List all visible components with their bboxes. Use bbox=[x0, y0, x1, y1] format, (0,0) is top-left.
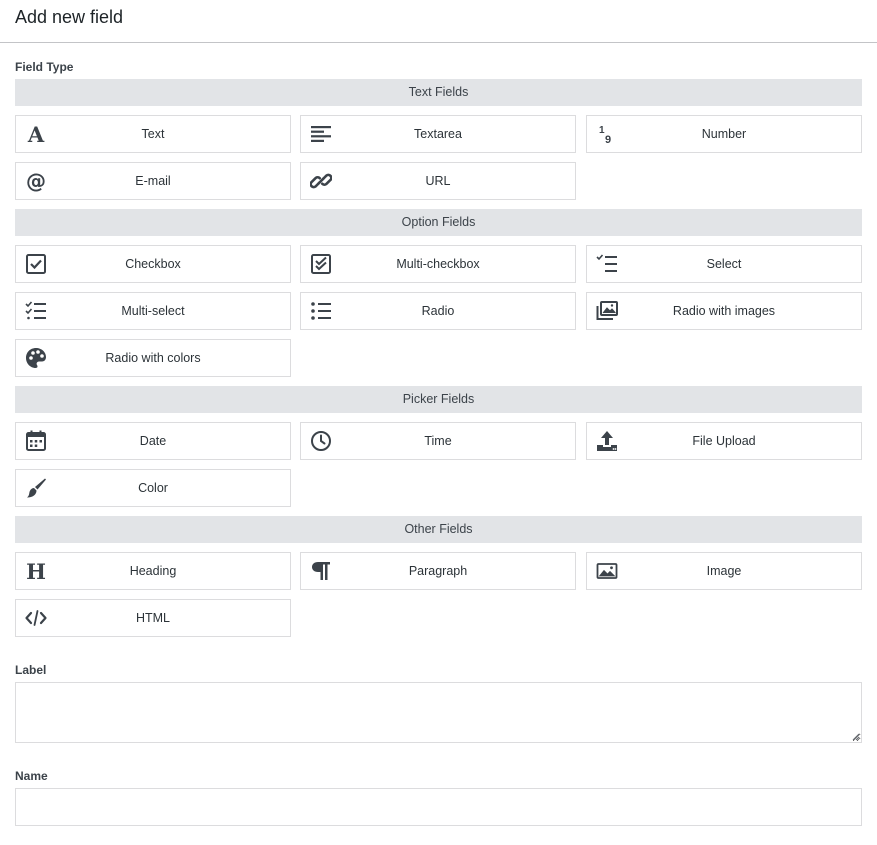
page-title: Add new field bbox=[15, 7, 124, 27]
field-type-label-paragraph: Paragraph bbox=[408, 564, 468, 578]
field-type-paragraph-button[interactable]: Paragraph bbox=[300, 552, 576, 590]
field-type-text-button[interactable]: A Text bbox=[15, 115, 291, 153]
field-type-label-text: Text bbox=[141, 127, 165, 141]
field-type-file-upload-button[interactable]: File Upload bbox=[586, 422, 862, 460]
label-field-label: Label bbox=[15, 663, 47, 677]
field-type-multi-checkbox-button[interactable]: Multi-checkbox bbox=[300, 245, 576, 283]
field-type-time-button[interactable]: Time bbox=[300, 422, 576, 460]
field-type-label-radio-colors: Radio with colors bbox=[105, 351, 201, 365]
field-type-heading-button[interactable]: H Heading bbox=[15, 552, 291, 590]
field-type-label-html: HTML bbox=[135, 611, 171, 625]
field-type-label-multi-select: Multi-select bbox=[121, 304, 185, 318]
field-type-date-button[interactable]: Date bbox=[15, 422, 291, 460]
field-type-label: Field Type bbox=[15, 60, 74, 74]
field-type-label-multi-checkbox: Multi-checkbox bbox=[396, 257, 480, 271]
name-input[interactable] bbox=[15, 788, 862, 826]
field-type-multi-select-button[interactable]: Multi-select bbox=[15, 292, 291, 330]
field-type-label-heading: Heading bbox=[129, 564, 177, 578]
field-type-checkbox-button[interactable]: Checkbox bbox=[15, 245, 291, 283]
field-type-radio-button[interactable]: Radio bbox=[300, 292, 576, 330]
field-type-html-button[interactable]: HTML bbox=[15, 599, 291, 637]
field-type-label-time: Time bbox=[424, 434, 452, 448]
field-type-label-radio-images: Radio with images bbox=[672, 304, 776, 318]
field-type-textarea-button[interactable]: Textarea bbox=[300, 115, 576, 153]
group-header-text-fields: Text Fields bbox=[15, 79, 862, 106]
field-type-label-checkbox: Checkbox bbox=[125, 257, 181, 271]
field-type-label-color: Color bbox=[138, 481, 168, 495]
field-type-label-radio: Radio bbox=[421, 304, 455, 318]
label-textarea[interactable] bbox=[15, 682, 862, 743]
field-type-select-button[interactable]: Select bbox=[586, 245, 862, 283]
field-type-color-button[interactable]: Color bbox=[15, 469, 291, 507]
group-header-picker-fields: Picker Fields bbox=[15, 386, 862, 413]
field-type-url-button[interactable]: URL bbox=[300, 162, 576, 200]
field-type-image-button[interactable]: Image bbox=[586, 552, 862, 590]
page-header: Add new field bbox=[0, 0, 877, 43]
field-type-label-select: Select bbox=[706, 257, 742, 271]
field-type-label-image: Image bbox=[706, 564, 742, 578]
field-type-radio-images-button[interactable]: Radio with images bbox=[586, 292, 862, 330]
field-type-label-date: Date bbox=[139, 434, 167, 448]
field-type-label-textarea: Textarea bbox=[414, 127, 462, 141]
group-header-option-fields: Option Fields bbox=[15, 209, 862, 236]
field-type-label-url: URL bbox=[425, 174, 451, 188]
field-type-radio-colors-button[interactable]: Radio with colors bbox=[15, 339, 291, 377]
field-type-email-button[interactable]: @ E-mail bbox=[15, 162, 291, 200]
field-type-label-number: Number bbox=[701, 127, 747, 141]
name-field-label: Name bbox=[15, 769, 48, 783]
group-header-other-fields: Other Fields bbox=[15, 516, 862, 543]
field-type-label-email: E-mail bbox=[135, 174, 171, 188]
field-type-label-file-upload: File Upload bbox=[692, 434, 756, 448]
field-type-number-button[interactable]: 19 Number bbox=[586, 115, 862, 153]
